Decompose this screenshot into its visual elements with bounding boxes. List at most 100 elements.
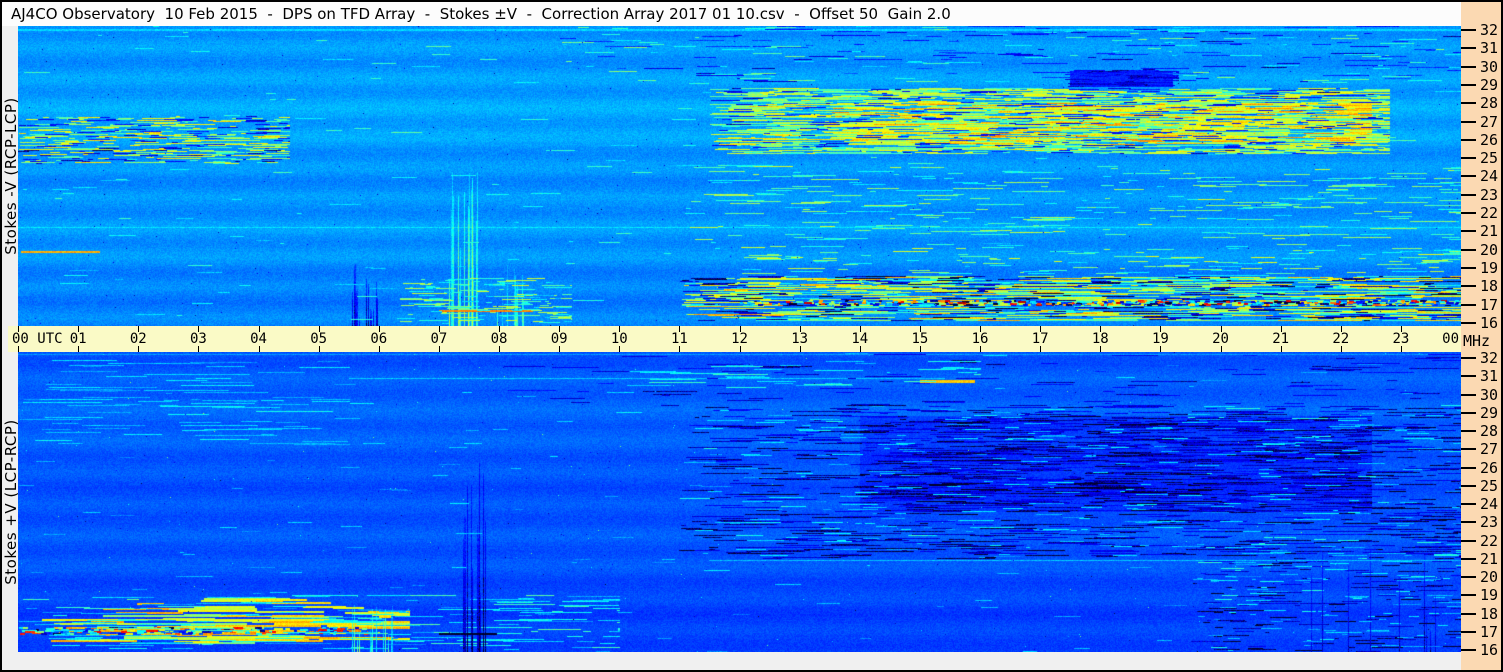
freq-tick [1461, 303, 1476, 306]
freq-label: 30 [1480, 385, 1499, 404]
hour-label: 00 UTC [12, 331, 63, 347]
freq-label: 16 [1480, 313, 1499, 332]
stokes-plus-v-spectrogram [18, 352, 1461, 652]
hour-label: 12 [731, 331, 748, 347]
freq-tick [1461, 649, 1476, 651]
freq-tick [1461, 594, 1476, 597]
utc-time-axis: 00 UTC 01 02 03 04 05 06 07 08 09 10 11 12 13 14 15 16 17… [8, 326, 1462, 352]
freq-tick-row: 28 [1461, 94, 1498, 112]
freq-tick-row: 22 [1461, 204, 1499, 222]
freq-label: 27 [1480, 112, 1499, 131]
freq-tick [1461, 83, 1476, 86]
freq-tick [1461, 430, 1476, 432]
hour-label: 17 [1031, 331, 1049, 347]
freq-label: 31 [1480, 39, 1499, 58]
freq-tick [1461, 285, 1476, 288]
freq-tick [1461, 138, 1476, 141]
freq-label: 24 [1480, 495, 1499, 513]
freq-tick [1461, 612, 1476, 615]
freq-label: 22 [1480, 531, 1499, 550]
freq-label: 18 [1480, 604, 1499, 623]
hour-label: 22 [1332, 331, 1350, 347]
freq-tick-row: 17 [1461, 295, 1499, 314]
freq-tick [1461, 521, 1476, 524]
freq-tick-row: 23 [1461, 185, 1499, 204]
hour-label: 08 [490, 331, 508, 347]
freq-tick [1461, 393, 1476, 396]
hour-label: 02 [129, 331, 147, 347]
freq-tick-row: 17 [1461, 622, 1499, 641]
freq-tick-row: 30 [1461, 57, 1499, 76]
hour-label: 14 [851, 331, 869, 347]
hour-label: 13 [791, 331, 809, 347]
freq-tick [1461, 539, 1476, 542]
mhz-unit-label: MHz [1463, 332, 1491, 350]
freq-label: 24 [1480, 167, 1499, 186]
freq-label: 28 [1480, 422, 1499, 440]
freq-label: 16 [1480, 641, 1499, 659]
freq-tick-row: 27 [1461, 440, 1498, 458]
freq-label: 32 [1480, 349, 1499, 367]
hour-label: 01 [69, 331, 87, 347]
freq-tick [1461, 484, 1476, 487]
freq-tick [1461, 120, 1476, 123]
freq-tick-row: 18 [1461, 277, 1498, 295]
freq-tick [1461, 557, 1476, 560]
freq-tick [1461, 266, 1476, 269]
freq-label: 20 [1480, 240, 1499, 259]
freq-label: 32 [1480, 21, 1499, 39]
hour-label: 10 [610, 331, 628, 347]
title-bar: AJ4CO Observatory 10 Feb 2015 - DPS on T… [2, 2, 1461, 26]
freq-tick-row: 26 [1461, 459, 1498, 477]
freq-tick-row: 29 [1461, 75, 1499, 94]
freq-tick [1461, 411, 1476, 414]
hour-label: 00 [1442, 331, 1459, 347]
freq-tick [1461, 630, 1476, 633]
hour-label: 05 [310, 331, 328, 347]
freq-tick-row: 31 [1461, 367, 1498, 385]
freq-tick-row: 24 [1461, 495, 1499, 513]
freq-tick [1461, 175, 1476, 178]
hour-label: 07 [430, 331, 448, 347]
hour-label: 11 [670, 331, 688, 347]
freq-tick-row: 24 [1461, 167, 1499, 186]
freq-tick [1461, 157, 1476, 160]
hour-label: 18 [1091, 331, 1109, 347]
freq-tick-row: 27 [1461, 112, 1499, 131]
freq-tick [1461, 576, 1476, 578]
freq-tick [1461, 29, 1476, 31]
freq-tick [1461, 357, 1476, 359]
hour-label: 20 [1212, 331, 1229, 347]
freq-tick-row: 29 [1461, 404, 1498, 422]
freq-tick-row: 18 [1461, 604, 1499, 623]
freq-tick-row: 25 [1461, 149, 1498, 167]
freq-tick-row: 32 [1461, 21, 1499, 39]
frequency-axis-rail: MHz 32 31 30 29 28 27 26 25 24 23 22 21 20 19 18 17 16 32… [1461, 2, 1501, 670]
freq-tick [1461, 466, 1476, 469]
freq-tick-row: 16 [1461, 313, 1499, 332]
bottom-margin [18, 652, 1461, 670]
hour-label: 06 [370, 331, 388, 347]
freq-tick [1461, 102, 1476, 105]
hour-label: 15 [911, 331, 929, 347]
freq-tick-row: 28 [1461, 422, 1499, 440]
hour-label: 23 [1392, 331, 1410, 347]
freq-label: 17 [1480, 295, 1499, 314]
freq-tick-row: 23 [1461, 513, 1498, 531]
freq-tick-row: 19 [1461, 258, 1499, 277]
freq-label: 25 [1480, 476, 1499, 495]
freq-label: 17 [1480, 622, 1499, 641]
freq-tick-row: 21 [1461, 550, 1498, 568]
hour-label: 16 [971, 331, 989, 347]
freq-label: 29 [1480, 75, 1499, 94]
freq-tick-row: 16 [1461, 641, 1499, 659]
freq-tick [1461, 193, 1476, 196]
freq-label: 22 [1480, 204, 1499, 222]
hour-label: 21 [1272, 331, 1290, 347]
freq-tick-row: 19 [1461, 586, 1498, 604]
freq-tick [1461, 230, 1476, 233]
freq-tick-row: 21 [1461, 222, 1498, 240]
freq-label: 30 [1480, 57, 1499, 76]
freq-label: 23 [1480, 185, 1499, 204]
freq-label: 19 [1480, 258, 1499, 277]
